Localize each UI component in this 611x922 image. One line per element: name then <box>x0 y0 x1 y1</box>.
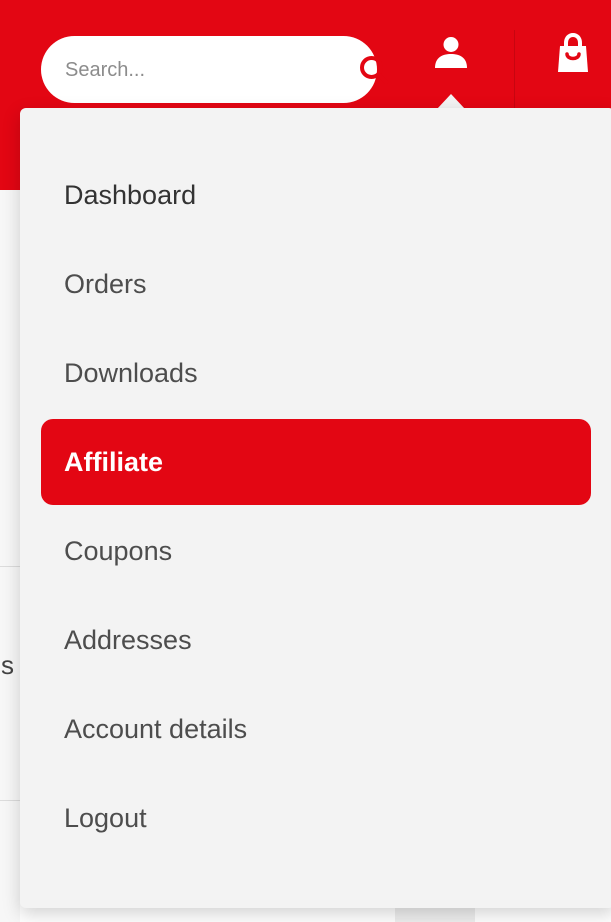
dropdown-pointer <box>437 94 465 109</box>
menu-item-downloads[interactable]: Downloads <box>41 330 591 416</box>
content-divider <box>0 566 20 567</box>
menu-item-account-details[interactable]: Account details <box>41 686 591 772</box>
partially-hidden-text: s <box>1 650 14 680</box>
search-input[interactable] <box>63 36 307 105</box>
page: s Dashboard Orders Downloads Affiliate C… <box>0 0 611 922</box>
menu-item-addresses[interactable]: Addresses <box>41 597 591 683</box>
menu-item-affiliate[interactable]: Affiliate <box>41 419 591 505</box>
user-icon[interactable] <box>430 34 472 76</box>
header-divider <box>514 30 515 110</box>
content-divider <box>0 800 20 801</box>
search-box <box>41 36 389 105</box>
shopping-bag-icon[interactable] <box>552 32 594 76</box>
menu-item-orders[interactable]: Orders <box>41 241 591 327</box>
account-dropdown-menu: Dashboard Orders Downloads Affiliate Cou… <box>20 108 611 908</box>
menu-item-dashboard[interactable]: Dashboard <box>41 152 591 238</box>
page-content-edge <box>0 190 20 922</box>
menu-item-coupons[interactable]: Coupons <box>41 508 591 594</box>
menu-item-logout[interactable]: Logout <box>41 775 591 861</box>
search-icon[interactable] <box>356 52 392 88</box>
